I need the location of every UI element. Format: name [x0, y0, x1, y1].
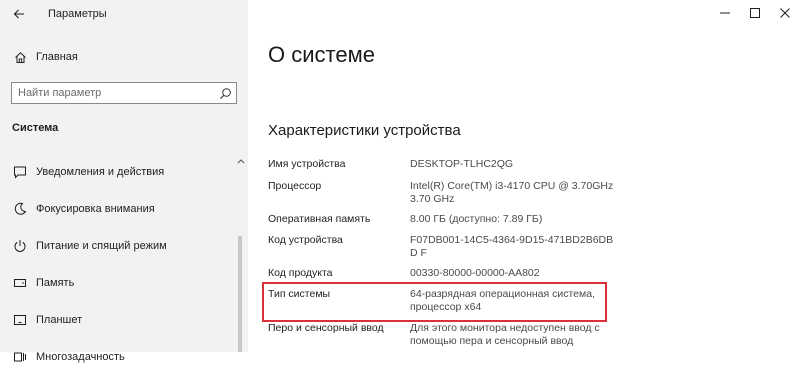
title-bar: Параметры: [0, 0, 248, 30]
sidebar-item-storage[interactable]: Память: [0, 265, 236, 302]
device-specs-heading: Характеристики устройства: [268, 122, 461, 139]
multitasking-icon: [12, 349, 28, 365]
sidebar-nav-list: Уведомления и действия Фокусировка внима…: [0, 154, 236, 376]
close-button[interactable]: [770, 0, 800, 26]
search-input[interactable]: [12, 83, 214, 103]
sidebar-item-multitasking[interactable]: Многозадачность: [0, 339, 236, 376]
spec-label: Код устройства: [268, 234, 343, 246]
close-icon: [780, 8, 790, 18]
spec-label: Перо и сенсорный ввод: [268, 322, 384, 334]
minimize-button[interactable]: [710, 0, 740, 26]
spec-value: 8.00 ГБ (доступно: 7.89 ГБ): [410, 213, 543, 225]
spec-value: F07DB001-14C5-4364-9D15-471BD2B6DBD F: [410, 234, 614, 259]
sidebar-item-label: Главная: [36, 51, 78, 63]
sidebar-scrollbar[interactable]: [238, 236, 242, 352]
main-content: О системе Характеристики устройства Имя …: [248, 0, 800, 352]
chevron-up-icon: [237, 159, 245, 164]
sidebar-item-label: Память: [36, 277, 75, 289]
maximize-button[interactable]: [740, 0, 770, 26]
back-button[interactable]: [8, 3, 30, 25]
spec-label: Код продукта: [268, 267, 333, 279]
page-title: О системе: [268, 42, 375, 67]
sidebar-item-tablet[interactable]: Планшет: [0, 302, 236, 339]
tablet-icon: [12, 312, 28, 328]
home-icon: [12, 49, 28, 65]
spec-label: Тип системы: [268, 288, 331, 300]
sidebar: Параметры Главная Система: [0, 0, 248, 363]
spec-label: Оперативная память: [268, 213, 371, 225]
sidebar-item-label: Многозадачность: [36, 351, 125, 363]
section-title: Система: [12, 122, 59, 134]
moon-icon: [12, 201, 28, 217]
notification-icon: [12, 164, 28, 180]
sidebar-item-notifications[interactable]: Уведомления и действия: [0, 154, 236, 191]
spec-label: Имя устройства: [268, 158, 346, 170]
back-arrow-icon: [13, 9, 24, 19]
sidebar-item-label: Уведомления и действия: [36, 166, 165, 178]
search-icon[interactable]: [218, 86, 232, 100]
minimize-icon: [720, 12, 730, 14]
sidebar-item-label: Питание и спящий режим: [36, 240, 167, 252]
window-controls: [710, 0, 800, 30]
spec-label: Процессор: [268, 180, 322, 192]
sidebar-item-home[interactable]: Главная: [0, 46, 248, 68]
sidebar-item-focus-assist[interactable]: Фокусировка внимания: [0, 191, 236, 228]
spec-value: 00330-80000-00000-AA802: [410, 267, 540, 279]
app-title: Параметры: [48, 8, 107, 20]
sidebar-item-power-sleep[interactable]: Питание и спящий режим: [0, 228, 236, 265]
spec-value: Для этого монитора недоступен ввод с пом…: [410, 322, 600, 347]
power-icon: [12, 238, 28, 254]
spec-value: Intel(R) Core(TM) i3-4170 CPU @ 3.70GHz …: [410, 180, 614, 205]
maximize-icon: [750, 8, 760, 18]
sidebar-item-label: Фокусировка внимания: [36, 203, 155, 215]
storage-icon: [12, 275, 28, 291]
spec-value: 64-разрядная операционная система, проце…: [410, 288, 596, 313]
scroll-up-button[interactable]: [236, 156, 246, 166]
spec-value: DESKTOP-TLHC2QG: [410, 158, 514, 170]
search-field[interactable]: [11, 82, 237, 104]
sidebar-item-label: Планшет: [36, 314, 83, 326]
